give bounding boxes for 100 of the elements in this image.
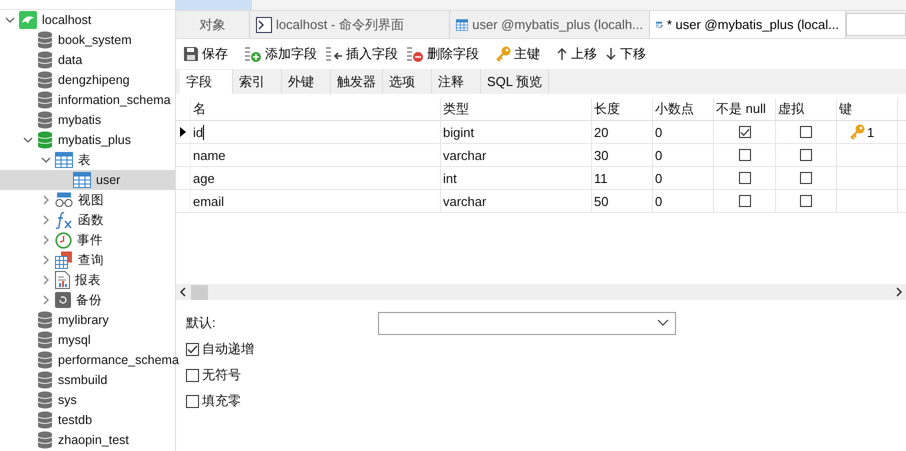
tree-item[interactable]: 视图 xyxy=(0,190,175,210)
report-icon xyxy=(55,271,70,289)
grid-icon xyxy=(55,251,73,269)
tree-item[interactable]: information_schema xyxy=(0,90,175,110)
table-cell[interactable]: 11 xyxy=(594,170,608,186)
tree-item[interactable]: ssmbuild xyxy=(0,370,175,390)
chevron-icon[interactable] xyxy=(41,275,51,285)
tree-item[interactable]: mybatis xyxy=(0,110,175,130)
option-checkbox[interactable]: 自动递增 xyxy=(186,336,254,362)
table-icon xyxy=(456,16,468,32)
tab[interactable]: SQL 预览 xyxy=(481,70,550,94)
tree-item[interactable]: zhaopin_test xyxy=(0,430,175,450)
tree-item[interactable]: data xyxy=(0,50,175,70)
tab[interactable]: * user @mybatis_plus (local... xyxy=(650,11,846,38)
dropdown-caret-icon xyxy=(657,319,669,327)
table-cell[interactable]: int xyxy=(443,170,457,186)
tree-item[interactable]: localhost xyxy=(0,10,175,30)
table-cell[interactable]: id xyxy=(193,124,204,140)
column-header[interactable]: 长度 xyxy=(592,98,653,120)
table-cell[interactable]: varchar xyxy=(443,194,486,208)
tree-item[interactable]: 备份 xyxy=(0,290,175,310)
chevron-icon[interactable] xyxy=(41,195,51,205)
table-cell[interactable]: 30 xyxy=(594,148,608,162)
toolbar-button[interactable]: 添加字段 xyxy=(241,43,320,65)
terminal-icon xyxy=(256,16,272,32)
tab[interactable]: 索引 xyxy=(233,70,282,94)
checkbox[interactable] xyxy=(800,195,812,207)
tree-item[interactable]: 表 xyxy=(0,150,175,170)
table-cell[interactable]: 50 xyxy=(594,194,608,208)
column-header[interactable]: 名 xyxy=(191,98,441,120)
key-order: 1 xyxy=(867,124,874,140)
scroll-thumb[interactable] xyxy=(191,284,208,300)
arrow-down-icon xyxy=(605,47,617,61)
column-header[interactable]: 键 xyxy=(837,98,898,120)
tab[interactable]: 外键 xyxy=(282,70,331,94)
scroll-right-icon[interactable] xyxy=(895,287,903,297)
toolbar-button[interactable]: 保存 xyxy=(180,43,231,65)
checkbox[interactable] xyxy=(800,126,812,138)
tab[interactable]: 选项 xyxy=(383,70,432,94)
chevron-icon[interactable] xyxy=(41,295,51,305)
toolbar-button[interactable]: 主键 xyxy=(492,43,543,65)
table-cell[interactable]: 0 xyxy=(655,170,662,186)
table-cell[interactable]: varchar xyxy=(443,148,486,162)
tree-item[interactable]: 事件 xyxy=(0,230,175,250)
column-header[interactable]: 小数点 xyxy=(653,98,714,120)
checkbox[interactable] xyxy=(800,172,812,184)
horizontal-scrollbar[interactable] xyxy=(176,284,906,300)
tree-item[interactable]: user xyxy=(0,170,175,190)
tree-item[interactable]: mylibrary xyxy=(0,310,175,330)
tree-item[interactable]: 查询 xyxy=(0,250,175,270)
table-cell[interactable]: email xyxy=(193,194,224,208)
checkbox[interactable] xyxy=(738,126,750,138)
table-cell[interactable]: 20 xyxy=(594,124,608,140)
tree-item[interactable]: book_system xyxy=(0,30,175,50)
tree-item[interactable]: testdb xyxy=(0,410,175,430)
option-checkbox[interactable]: 无符号 xyxy=(186,362,241,388)
checkbox[interactable] xyxy=(800,149,812,161)
arrow-up-icon xyxy=(556,47,568,61)
dolphin-icon xyxy=(19,11,37,29)
tab[interactable]: 字段 xyxy=(180,70,233,94)
chevron-icon[interactable] xyxy=(41,155,51,165)
clock-icon xyxy=(55,232,72,248)
default-dropdown[interactable] xyxy=(378,312,676,334)
chevron-icon[interactable] xyxy=(41,235,51,245)
table-icon xyxy=(73,172,91,188)
tree-item[interactable]: mybatis_plus xyxy=(0,130,175,150)
checkbox[interactable] xyxy=(738,149,750,161)
toolbar-button[interactable]: 插入字段 xyxy=(322,43,401,65)
tree-item[interactable]: sys xyxy=(0,390,175,410)
tree-item[interactable]: dengzhipeng xyxy=(0,70,175,90)
column-header[interactable]: 不是 null xyxy=(714,98,776,120)
tab[interactable]: 注释 xyxy=(432,70,481,94)
toolbar-button[interactable]: 上移 xyxy=(553,43,600,65)
glasses-icon xyxy=(55,192,73,208)
chevron-icon[interactable] xyxy=(41,255,51,265)
scroll-left-icon[interactable] xyxy=(179,287,187,297)
default-label: 默认: xyxy=(186,314,217,332)
option-checkbox[interactable]: 填充零 xyxy=(186,388,241,414)
table-cell[interactable]: name xyxy=(193,148,226,162)
tree-item[interactable]: mysql xyxy=(0,330,175,350)
column-header[interactable]: 类型 xyxy=(441,98,592,120)
table-cell[interactable]: 0 xyxy=(655,124,662,140)
input-field[interactable] xyxy=(846,13,906,36)
tree-item[interactable]: 报表 xyxy=(0,270,175,290)
tab[interactable]: 对象 xyxy=(176,11,250,38)
table-cell[interactable]: 0 xyxy=(655,148,662,162)
chevron-icon[interactable] xyxy=(5,15,15,25)
table-cell[interactable]: bigint xyxy=(443,124,474,140)
toolbar-button[interactable]: 下移 xyxy=(602,43,649,65)
checkbox[interactable] xyxy=(738,195,750,207)
table-cell[interactable]: 0 xyxy=(655,194,662,208)
tab[interactable]: 触发器 xyxy=(331,70,383,94)
table-cell[interactable]: age xyxy=(193,170,215,186)
tree-item[interactable]: 函数 xyxy=(0,210,175,230)
chevron-icon[interactable] xyxy=(23,135,33,145)
chevron-icon[interactable] xyxy=(41,215,51,225)
checkbox[interactable] xyxy=(738,172,750,184)
tab[interactable]: localhost - 命令列界面 xyxy=(250,11,450,38)
column-header[interactable]: 虚拟 xyxy=(776,98,837,120)
toolbar-button[interactable]: 删除字段 xyxy=(403,43,482,65)
